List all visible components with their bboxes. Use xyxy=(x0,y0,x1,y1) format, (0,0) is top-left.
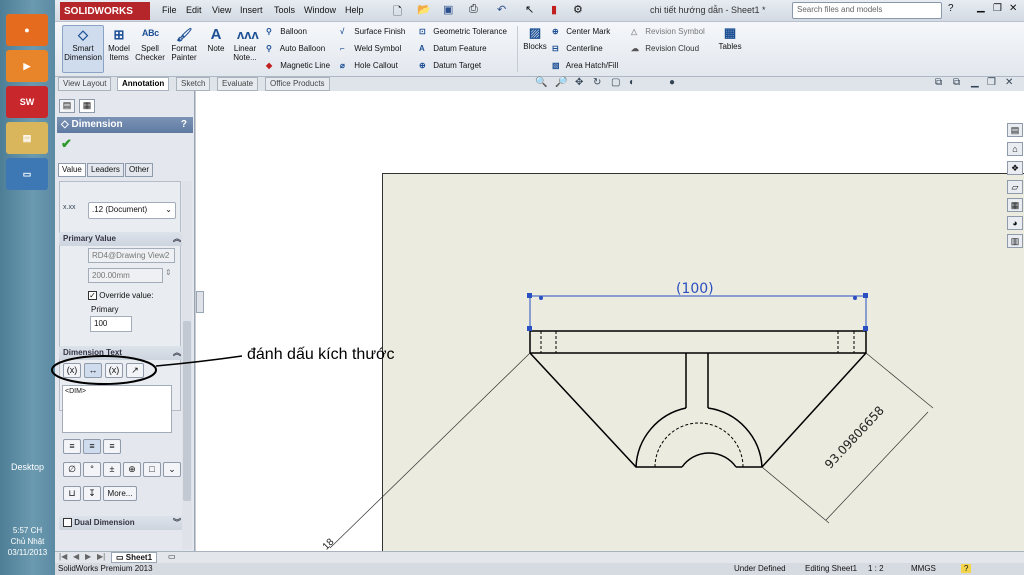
status-scale: 1 : 2 xyxy=(868,564,884,573)
sheet-nav-prev-icon[interactable]: ◀ xyxy=(73,552,79,561)
arrow-dot-right xyxy=(853,296,857,300)
diag-extension-bottom xyxy=(761,466,830,524)
inner-arc xyxy=(681,452,737,468)
diag-extension-top xyxy=(865,352,934,409)
arrow-dot-left xyxy=(539,296,543,300)
home-resources-icon[interactable]: ⌂ xyxy=(1007,142,1023,156)
sheet-nav-last-icon[interactable]: ▶| xyxy=(97,552,105,561)
custom-properties-icon[interactable]: ▥ xyxy=(1007,234,1023,248)
sheet-nav-first-icon[interactable]: |◀ xyxy=(59,552,67,561)
diag-dimension-line xyxy=(825,411,929,521)
sheet-tab-bar: |◀ ◀ ▶ ▶| ▭ Sheet1 ▭ xyxy=(55,551,1024,563)
handle-bottom-right xyxy=(863,326,868,331)
design-library-icon[interactable]: ▤ xyxy=(1007,123,1023,137)
file-explorer-pane-icon[interactable]: ▱ xyxy=(1007,180,1023,194)
sheet-nav-next-icon[interactable]: ▶ xyxy=(85,552,91,561)
sheet-tab[interactable]: ▭ Sheet1 xyxy=(111,552,158,563)
callout-leader xyxy=(155,355,243,367)
outer-arc-left xyxy=(635,407,687,468)
status-app-name: SolidWorks Premium 2013 xyxy=(58,564,153,573)
status-state: Under Defined xyxy=(734,564,786,573)
status-bar: SolidWorks Premium 2013 Under Defined Ed… xyxy=(55,563,1024,575)
handle-top-left xyxy=(527,293,532,298)
body-left-slope xyxy=(529,352,682,468)
sheet-icon: ▭ xyxy=(116,553,126,562)
handle-top-right xyxy=(863,293,868,298)
dimension-text-top[interactable]: (100) xyxy=(676,281,714,297)
status-units[interactable]: MMGS xyxy=(911,564,936,573)
base-plate-outline xyxy=(529,330,867,354)
annotation-callout-text: đánh dấu kích thước xyxy=(247,346,395,363)
callout-ellipse xyxy=(51,355,157,385)
view-palette-icon[interactable]: ▦ xyxy=(1007,198,1023,212)
design-library-book-icon[interactable]: ❖ xyxy=(1007,161,1023,175)
construction-line-left xyxy=(329,352,531,549)
status-editing: Editing Sheet1 xyxy=(805,564,858,573)
handle-bottom-left xyxy=(527,326,532,331)
drawing-geometry xyxy=(51,293,934,549)
sheet-tab-label: Sheet1 xyxy=(125,553,153,562)
add-sheet-icon[interactable]: ▭ xyxy=(168,552,176,561)
status-help-button[interactable]: ? xyxy=(961,564,972,573)
appearances-icon[interactable]: ◕ xyxy=(1007,216,1023,230)
outer-arc-right xyxy=(707,407,763,468)
